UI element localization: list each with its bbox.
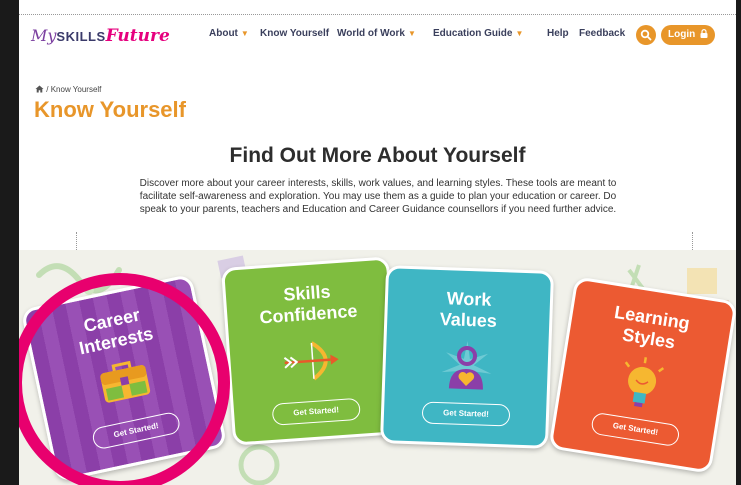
login-label: Login [668,29,696,40]
nav-help-label: Help [547,28,569,39]
breadcrumb: / Know Yourself [35,85,101,94]
lock-icon [700,29,708,38]
person-heart-icon [441,341,492,390]
nav-know-yourself[interactable]: Know Yourself [260,28,329,39]
main-heading: Find Out More About Yourself [229,144,526,167]
nav-world-of-work[interactable]: World of Work ▼ [337,28,416,39]
breadcrumb-current: Know Yourself [50,85,102,94]
nav-about[interactable]: About ▼ [209,28,249,39]
lightbulb-icon [624,357,665,408]
chevron-down-icon: ▼ [240,29,249,38]
chevron-down-icon: ▼ [515,29,524,38]
nav-education-guide-label: Education Guide [433,28,513,39]
card-title: Work Values [439,288,498,332]
get-started-button[interactable]: Get Started! [421,401,511,427]
top-divider [19,14,736,15]
nav-help[interactable]: Help [547,28,569,39]
card-learning-styles[interactable]: Learning Styles Get Started! [548,276,736,474]
logo-skills: SKILLS [56,29,106,44]
logo-future: Future [105,26,170,46]
myskillsfuture-logo[interactable]: MySKILLSFuture [31,26,170,46]
page: MySKILLSFuture About ▼ Know Yourself Worl… [19,0,736,485]
home-icon[interactable] [35,85,44,93]
card-skills-confidence[interactable]: Skills Confidence Get Started! [220,256,402,446]
nav-world-of-work-label: World of Work [337,28,405,39]
site-header: MySKILLSFuture About ▼ Know Yourself Worl… [19,20,736,60]
breadcrumb-separator: / [46,85,49,94]
nav-about-label: About [209,28,238,39]
nav-feedback[interactable]: Feedback [579,28,625,39]
divider-left [76,232,77,252]
get-started-button[interactable]: Get Started! [271,397,361,426]
get-started-button[interactable]: Get Started! [590,411,681,448]
highlight-circle-annotation [19,273,230,485]
bow-arrow-icon [283,341,339,381]
nav-education-guide[interactable]: Education Guide ▼ [433,28,523,39]
card-title: Learning Styles [612,301,692,353]
nav-know-yourself-label: Know Yourself [260,28,330,39]
search-button[interactable] [636,25,656,45]
intro-paragraph: Discover more about your career interest… [139,178,617,215]
search-icon [640,29,652,41]
card-work-values[interactable]: Work Values Get Started! [379,265,555,449]
page-title: Know Yourself [34,97,186,122]
nav-feedback-label: Feedback [579,28,626,39]
chevron-down-icon: ▼ [407,29,416,38]
card-title: Skills Confidence [258,281,358,328]
logo-my: My [31,26,57,45]
divider-right [692,232,693,252]
login-button[interactable]: Login [661,25,715,45]
